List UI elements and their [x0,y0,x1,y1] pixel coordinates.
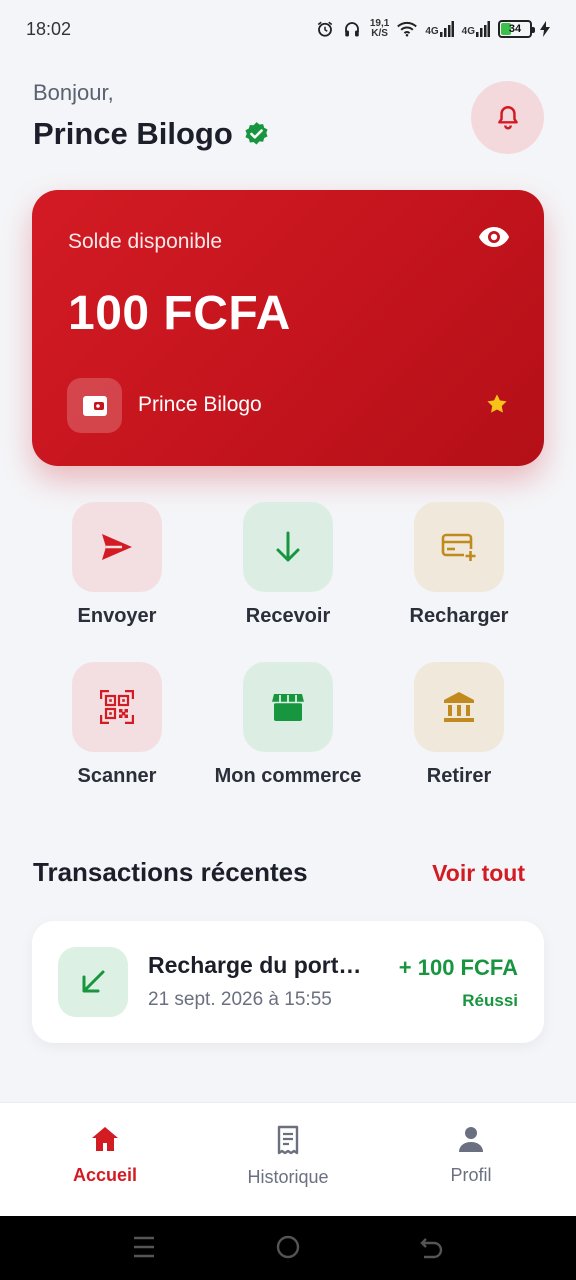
transaction-amount: + 100 FCFA [398,955,518,980]
bell-icon [497,105,518,129]
verified-badge-icon [245,121,268,145]
bank-icon [444,692,474,722]
menu-icon [134,1236,154,1258]
back-arrow-icon [420,1238,443,1259]
transaction-type-tile [58,947,128,1017]
status-time: 18:02 [26,18,72,39]
see-all-link[interactable]: Voir tout [432,860,525,887]
transaction-title: Recharge du portefeuille [148,952,373,978]
notifications-button[interactable] [471,81,544,154]
send-icon [102,534,132,560]
transaction-status: Réussi [462,991,518,1010]
back-button[interactable] [420,1235,444,1264]
user-icon [459,1127,483,1152]
nav-item-profil[interactable]: Profil [391,1125,551,1186]
wifi-icon [397,21,418,37]
receive-tile[interactable] [243,502,333,592]
action-recevoir[interactable]: Recevoir [203,502,373,628]
toggle-balance-visibility-button[interactable] [478,226,510,253]
action-label: Envoyer [77,605,157,627]
action-envoyer[interactable]: Envoyer [32,502,202,628]
alarm-icon [317,21,333,37]
store-icon [272,694,304,721]
charging-icon [540,21,550,37]
arrow-down-icon [276,531,300,562]
send-tile[interactable] [72,502,162,592]
circle-icon [276,1235,300,1259]
nav-label: Accueil [72,1165,138,1185]
recent-transactions-title: Transactions récentes [33,857,308,887]
nav-label: Profil [450,1165,492,1185]
action-mon-commerce[interactable]: Mon commerce [203,662,373,788]
action-recharger[interactable]: Recharger [374,502,544,628]
topup-tile[interactable] [414,502,504,592]
signal-1: 4G [425,21,454,37]
action-label: Recevoir [245,605,331,627]
greeting-text: Bonjour, [33,80,114,105]
transaction-item[interactable]: Recharge du portefeuille 21 sept. 2026 à… [32,921,544,1043]
net-speed: 19,1 K/S [369,18,390,39]
status-bar: 18:02 19,1 K/S 4G 4G 34 [0,0,576,58]
wallet-icon-tile [67,378,122,433]
action-scanner[interactable]: Scanner [32,662,202,788]
username-row: Prince Bilogo [33,116,270,152]
eye-icon [479,227,509,247]
qr-code-icon [100,690,134,724]
action-label: Retirer [426,765,492,787]
action-label: Recharger [409,605,509,627]
withdraw-tile[interactable] [414,662,504,752]
headphones-icon [344,22,359,37]
balance-card: Solde disponible 100 FCFA Prince Bilogo [32,190,544,466]
balance-amount: 100 FCFA [68,287,291,340]
home-button[interactable] [276,1235,300,1264]
system-navigation-bar [0,1216,576,1280]
favorite-button[interactable] [486,393,508,420]
nav-item-historique[interactable]: Historique [208,1125,368,1188]
scanner-tile[interactable] [72,662,162,752]
action-retirer[interactable]: Retirer [374,662,544,788]
status-icons: 19,1 K/S 4G 4G 34 [316,19,550,39]
signal-2: 4G [462,21,490,37]
recent-apps-button[interactable] [133,1235,155,1264]
username: Prince Bilogo [33,116,233,151]
card-holder-name: Prince Bilogo [138,393,262,416]
signal-icon [439,21,454,37]
store-tile[interactable] [243,662,333,752]
home-icon [92,1127,118,1151]
action-label: Mon commerce [214,765,362,787]
card-add-icon [441,533,477,562]
balance-label: Solde disponible [68,230,223,253]
action-label: Scanner [77,765,157,787]
receipt-icon [277,1125,299,1155]
nav-item-accueil[interactable]: Accueil [25,1125,185,1186]
battery-icon: 34 [498,20,535,38]
nav-label: Historique [247,1167,329,1187]
arrow-down-left-icon [82,970,105,993]
signal-icon [476,21,490,37]
star-icon [487,394,507,413]
bottom-navigation: Accueil Historique Profil [0,1102,576,1216]
transaction-date: 21 sept. 2026 à 15:55 [148,989,332,1010]
wallet-icon [82,395,107,416]
